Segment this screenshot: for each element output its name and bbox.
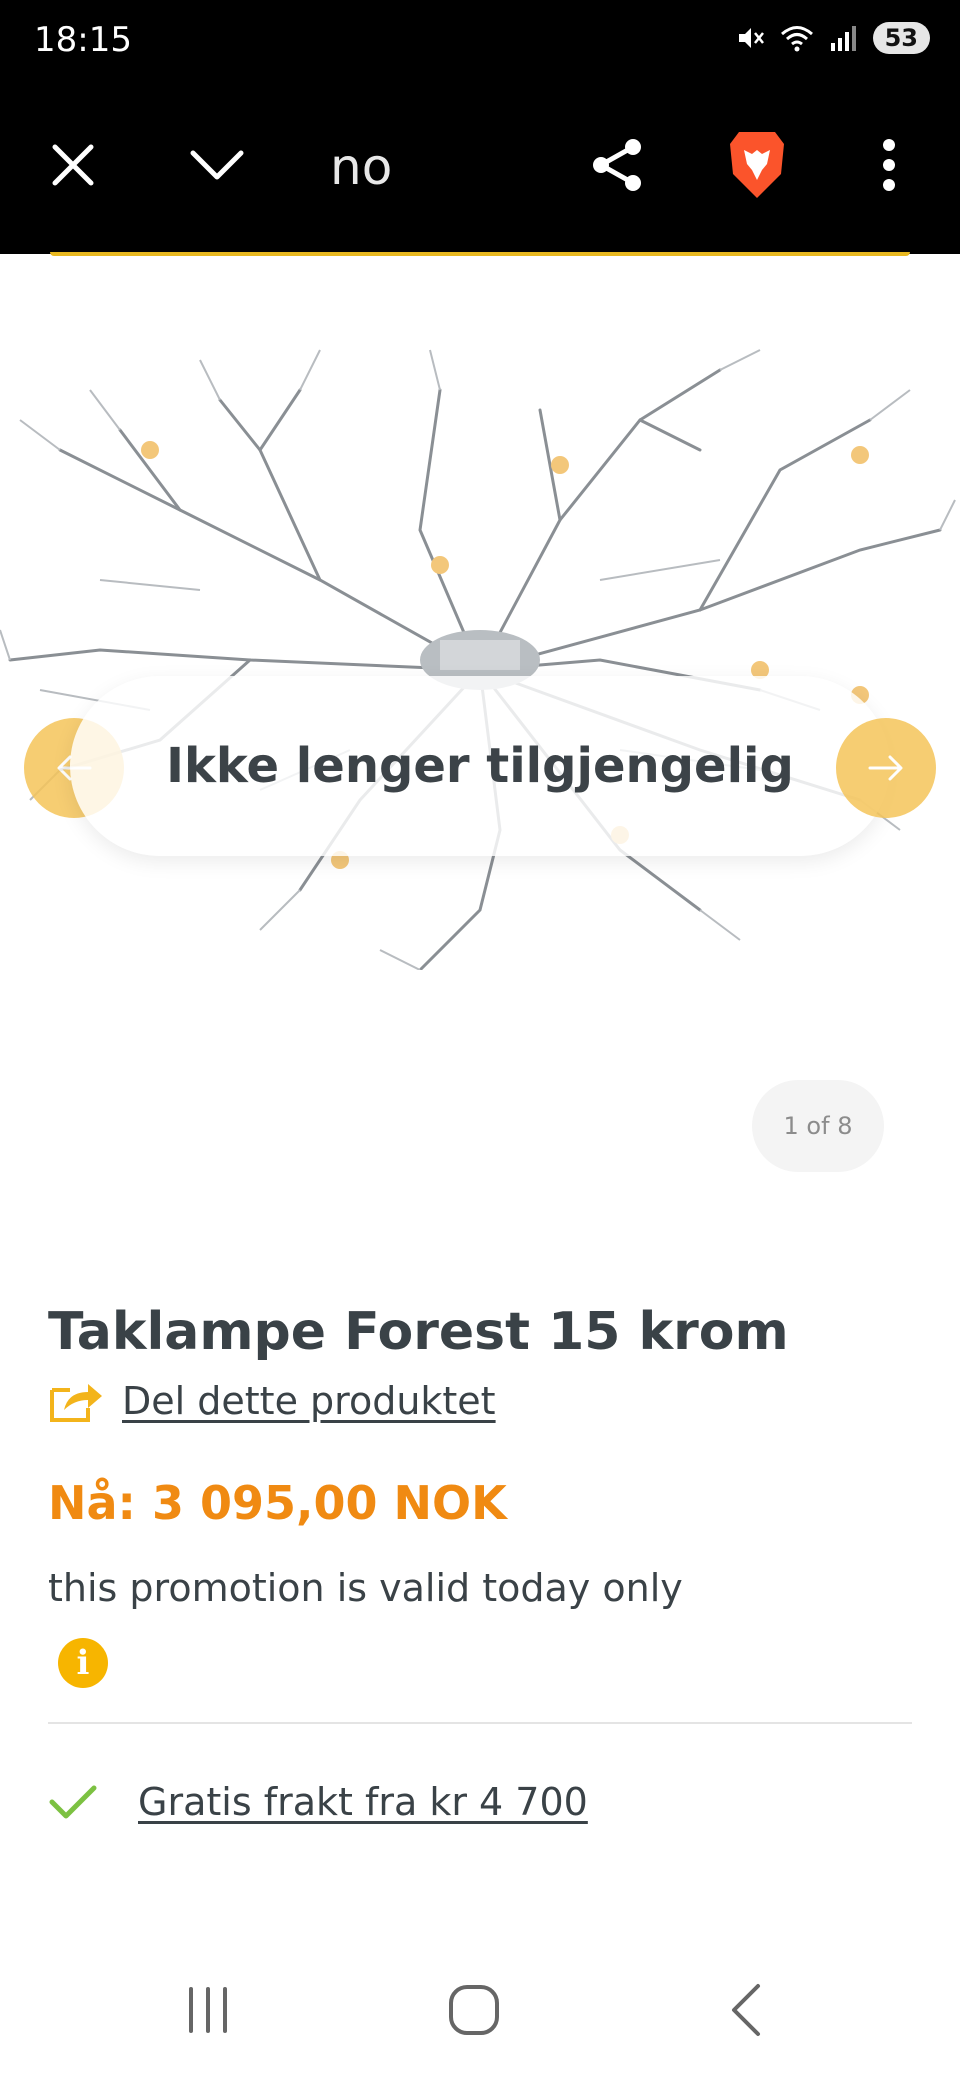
promotion-text: this promotion is valid today only xyxy=(48,1566,683,1610)
status-bar: 18:15 53 xyxy=(0,0,960,88)
chandelier-image xyxy=(0,349,956,972)
back-button[interactable] xyxy=(706,1978,786,2042)
check-icon xyxy=(49,1785,97,1819)
back-icon xyxy=(732,1984,760,2036)
gallery-next-button[interactable] xyxy=(836,718,936,818)
recent-apps-button[interactable] xyxy=(168,1978,248,2042)
collapse-button[interactable] xyxy=(182,130,252,200)
browser-toolbar: no xyxy=(0,88,960,254)
product-price: Nå: 3 095,00 NOK xyxy=(48,1476,507,1530)
more-button[interactable] xyxy=(854,130,924,200)
home-button[interactable] xyxy=(434,1978,514,2042)
share-icon xyxy=(593,139,641,191)
system-nav-bar xyxy=(0,1940,960,2080)
url-text[interactable]: no xyxy=(330,138,392,196)
divider xyxy=(48,1722,912,1724)
recent-apps-icon xyxy=(189,1987,227,2033)
share-product-row[interactable]: Del dette produktet xyxy=(48,1378,496,1424)
mute-icon xyxy=(738,28,764,48)
arrow-right-icon xyxy=(868,755,903,781)
status-time: 18:15 xyxy=(34,20,132,60)
signal-icon xyxy=(830,26,856,51)
chevron-down-icon xyxy=(190,150,244,180)
close-button[interactable] xyxy=(38,130,108,200)
unavailable-overlay: Ikke lenger tilgjengelig xyxy=(70,676,890,856)
share-product-link[interactable]: Del dette produktet xyxy=(122,1379,496,1423)
free-shipping-link[interactable]: Gratis frakt fra kr 4 700 xyxy=(138,1780,588,1824)
product-image[interactable] xyxy=(0,330,960,972)
more-vert-icon xyxy=(883,139,895,191)
battery-indicator: 53 xyxy=(872,22,930,54)
wifi-icon xyxy=(780,26,813,52)
product-title: Taklampe Forest 15 krom xyxy=(48,1302,789,1362)
gallery-counter: 1 of 8 xyxy=(752,1080,884,1172)
info-icon[interactable]: i xyxy=(58,1637,108,1688)
status-icons: 53 xyxy=(735,22,930,54)
close-icon xyxy=(52,144,94,186)
brave-button[interactable] xyxy=(722,130,792,200)
promotion-notice: this promotion is valid today only i xyxy=(48,1552,688,1696)
share-arrow-icon xyxy=(50,1384,102,1422)
share-button[interactable] xyxy=(582,130,652,200)
home-icon xyxy=(449,1985,499,2035)
free-shipping-row[interactable]: Gratis frakt fra kr 4 700 xyxy=(48,1780,588,1824)
brave-lion-icon xyxy=(730,132,784,198)
header-accent-line xyxy=(50,252,910,256)
